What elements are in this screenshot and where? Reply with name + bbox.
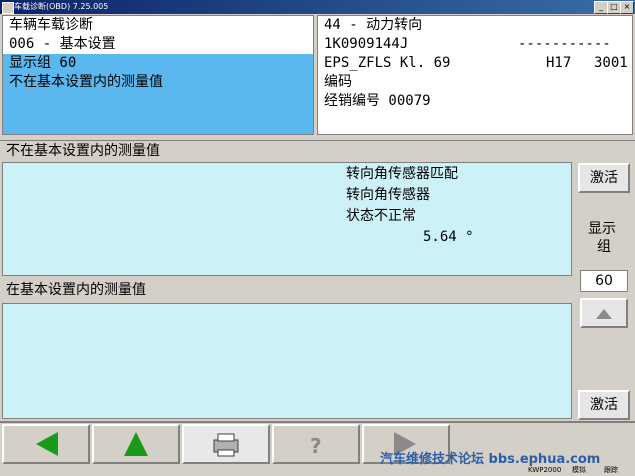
group-up-button[interactable] [580,298,628,328]
activate-button-top[interactable]: 激活 [578,163,630,193]
left-arrow-icon [36,432,58,456]
section-header-basic: 在基本设置内的测量值 [0,280,576,302]
window-title: 车载诊断(OBD) 7.25.005 [14,2,109,11]
part-number: 1K0909144J [324,36,409,52]
measurement-value-4: 5.64 ° [423,229,474,245]
status-trace: 跟踪 [604,466,618,474]
module-info-left: 车辆车载诊断 006 - 基本设置 显示组 60 不在基本设置内的测量值 [2,15,314,135]
status-simulation: 模拟 [572,466,586,474]
activate-button-bottom[interactable]: 激活 [578,390,630,420]
print-button[interactable] [182,424,270,464]
up-triangle-icon [124,432,148,456]
back-button[interactable] [2,424,90,464]
forum-watermark: 汽车维修技术论坛 bbs.ephua.com [380,452,601,467]
component-name: EPS_ZFLS Kl. 69 [324,55,451,71]
display-group-label: 显示组 60 [9,55,77,71]
coding-label: 编码 [324,74,352,90]
hardware-version: H17 [546,55,572,71]
module-name: 44 - 动力转向 [324,17,423,33]
up-button[interactable] [92,424,180,464]
up-arrow-icon [596,309,612,319]
diagnosis-title: 车辆车载诊断 [9,17,93,33]
window-title-bar: 车载诊断(OBD) 7.25.005 _ □ × [0,0,635,14]
svg-text:?: ? [310,434,322,458]
measurement-value-1: 转向角传感器匹配 [346,166,458,182]
close-button[interactable]: × [620,1,634,14]
status-bar: 汽车维修技术论坛 bbs.ephua.com KWP2000 模拟 跟踪 [0,453,635,476]
measurement-panel-basic [2,303,572,419]
measurement-value-2: 转向角传感器 [346,187,430,203]
measurement-panel-not-basic: 转向角传感器匹配 转向角传感器 状态不正常 5.64 ° [2,162,572,276]
nav-divider [0,421,635,423]
help-button[interactable]: ? [272,424,360,464]
display-group-caption-2: 组 [597,239,611,255]
display-group-caption-1: 显示 [588,221,616,237]
maximize-button[interactable]: □ [607,1,621,14]
part-number-dashes: ----------- [518,36,611,52]
section-header-not-basic: 不在基本设置内的测量值 [0,140,635,162]
measurement-value-3: 状态不正常 [346,208,416,224]
minimize-button[interactable]: _ [594,1,608,14]
module-info-right: 44 - 动力转向 1K0909144J ----------- EPS_ZFL… [317,15,633,135]
status-kwp: KWP2000 [528,466,562,474]
group-description: 不在基本设置内的测量值 [9,74,163,90]
function-label: 006 - 基本设置 [9,36,116,52]
dealer-number: 经销编号 00079 [324,93,431,109]
display-group-input[interactable]: 60 [580,270,628,292]
printer-icon [213,433,239,457]
help-icon: ? [310,434,322,458]
app-icon [2,2,14,14]
software-version: 3001 [594,55,628,71]
